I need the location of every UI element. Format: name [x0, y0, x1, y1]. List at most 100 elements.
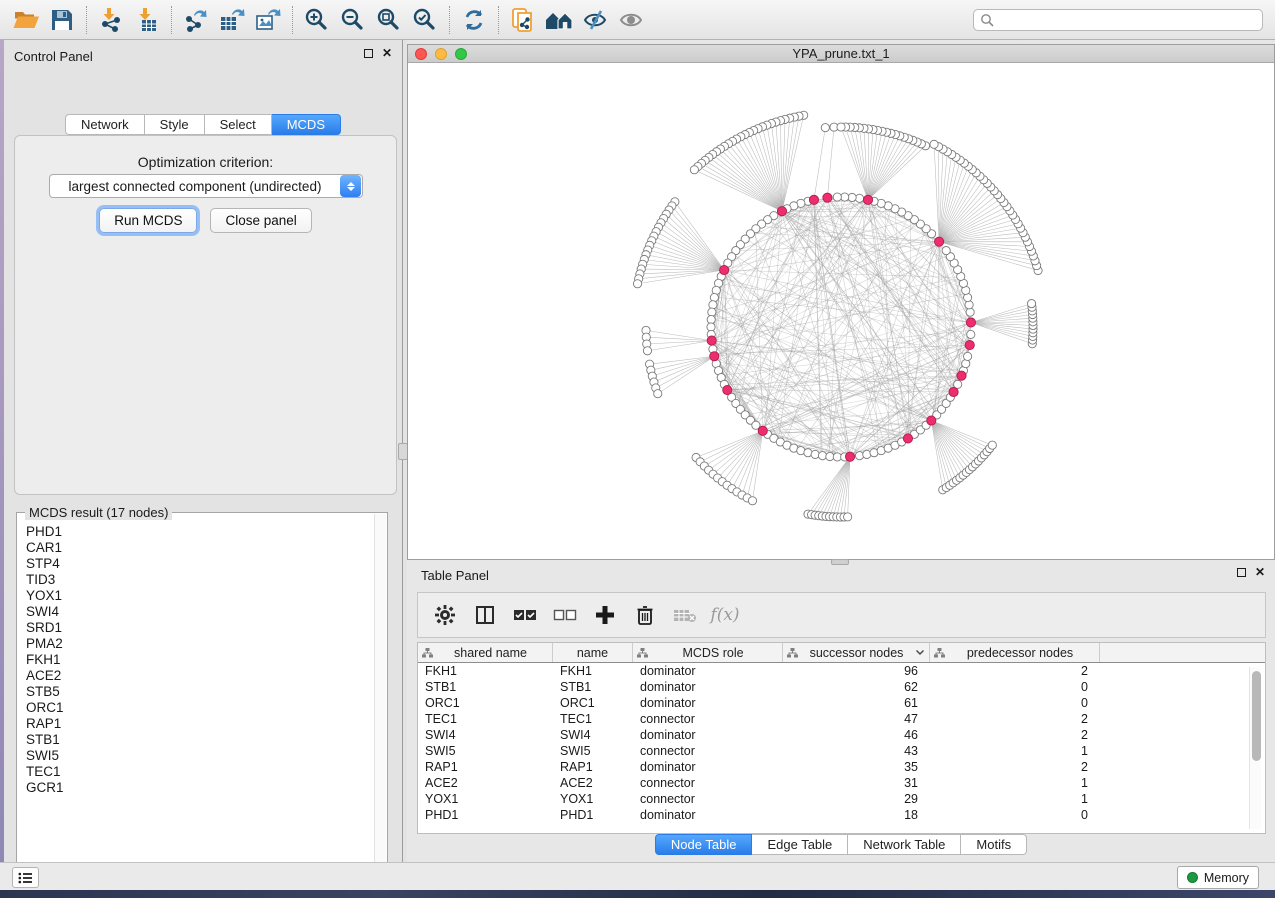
optimization-criterion-select[interactable]: largest connected component (undirected) — [49, 174, 363, 198]
network-window-titlebar[interactable]: YPA_prune.txt_1 — [408, 45, 1274, 63]
deselect-all-button[interactable] — [550, 600, 580, 630]
close-panel-button[interactable]: Close panel — [210, 208, 311, 233]
cell-predecessor-nodes[interactable]: 2 — [930, 664, 1100, 678]
cell-successor-nodes[interactable]: 29 — [783, 792, 930, 806]
table-row[interactable]: YOX1YOX1connector291 — [418, 791, 1265, 807]
mcds-result-item[interactable]: CAR1 — [26, 540, 376, 556]
export-network-button[interactable] — [178, 4, 214, 36]
cell-predecessor-nodes[interactable]: 2 — [930, 760, 1100, 774]
mcds-result-item[interactable]: YOX1 — [26, 588, 376, 604]
cell-name[interactable]: SWI4 — [553, 728, 633, 742]
table-row[interactable]: STB1STB1dominator620 — [418, 679, 1265, 695]
cell-predecessor-nodes[interactable]: 0 — [930, 808, 1100, 822]
add-column-button[interactable] — [590, 600, 620, 630]
table-options-button[interactable] — [430, 600, 460, 630]
column-header-MCDS-role[interactable]: MCDS role — [633, 643, 783, 662]
table-scrollbar[interactable] — [1249, 667, 1261, 829]
export-table-button[interactable] — [214, 4, 250, 36]
tab-motifs[interactable]: Motifs — [961, 834, 1027, 855]
delete-table-button[interactable] — [670, 600, 700, 630]
window-maximize-icon[interactable] — [455, 48, 467, 60]
table-row[interactable]: SWI5SWI5connector431 — [418, 743, 1265, 759]
cell-MCDS-role[interactable]: dominator — [633, 664, 783, 678]
table-row[interactable]: ORC1ORC1dominator610 — [418, 695, 1265, 711]
search-field[interactable] — [973, 9, 1263, 31]
hide-selected-button[interactable] — [577, 4, 613, 36]
run-mcds-button[interactable]: Run MCDS — [99, 208, 197, 233]
table-row[interactable]: FKH1FKH1dominator962 — [418, 663, 1265, 679]
show-all-button[interactable] — [613, 4, 649, 36]
cell-MCDS-role[interactable]: dominator — [633, 696, 783, 710]
table-row[interactable]: ACE2ACE2connector311 — [418, 775, 1265, 791]
cell-successor-nodes[interactable]: 61 — [783, 696, 930, 710]
cell-MCDS-role[interactable]: connector — [633, 776, 783, 790]
select-all-button[interactable] — [510, 600, 540, 630]
cell-predecessor-nodes[interactable]: 1 — [930, 744, 1100, 758]
cell-successor-nodes[interactable]: 62 — [783, 680, 930, 694]
cell-name[interactable]: YOX1 — [553, 792, 633, 806]
column-header-shared-name[interactable]: shared name — [418, 643, 553, 662]
tab-select[interactable]: Select — [205, 114, 272, 135]
cell-predecessor-nodes[interactable]: 1 — [930, 776, 1100, 790]
cell-shared-name[interactable]: YOX1 — [418, 792, 553, 806]
cell-shared-name[interactable]: PHD1 — [418, 808, 553, 822]
mcds-result-item[interactable]: ORC1 — [26, 700, 376, 716]
cell-successor-nodes[interactable]: 46 — [783, 728, 930, 742]
tab-network[interactable]: Network — [65, 114, 145, 135]
cell-predecessor-nodes[interactable]: 2 — [930, 728, 1100, 742]
cell-successor-nodes[interactable]: 18 — [783, 808, 930, 822]
tab-edge-table[interactable]: Edge Table — [752, 834, 848, 855]
cell-successor-nodes[interactable]: 35 — [783, 760, 930, 774]
mcds-result-item[interactable]: PHD1 — [26, 524, 376, 540]
column-header-successor-nodes[interactable]: successor nodes — [783, 643, 930, 662]
table-row[interactable]: PHD1PHD1dominator180 — [418, 807, 1265, 823]
mcds-result-item[interactable]: SWI5 — [26, 748, 376, 764]
clone-network-button[interactable] — [505, 4, 541, 36]
cell-name[interactable]: STB1 — [553, 680, 633, 694]
cell-shared-name[interactable]: STB1 — [418, 680, 553, 694]
zoom-out-button[interactable] — [335, 4, 371, 36]
close-table-panel-icon[interactable]: ✕ — [1255, 567, 1265, 577]
cell-name[interactable]: SWI5 — [553, 744, 633, 758]
import-network-button[interactable] — [93, 4, 129, 36]
import-table-button[interactable] — [129, 4, 165, 36]
mcds-result-item[interactable]: SRD1 — [26, 620, 376, 636]
cell-predecessor-nodes[interactable]: 1 — [930, 792, 1100, 806]
cell-predecessor-nodes[interactable]: 0 — [930, 696, 1100, 710]
table-row[interactable]: RAP1RAP1dominator352 — [418, 759, 1265, 775]
cell-MCDS-role[interactable]: dominator — [633, 728, 783, 742]
cell-name[interactable]: PHD1 — [553, 808, 633, 822]
column-header-predecessor-nodes[interactable]: predecessor nodes — [930, 643, 1100, 662]
task-history-button[interactable] — [12, 867, 39, 888]
cell-MCDS-role[interactable]: dominator — [633, 760, 783, 774]
save-session-button[interactable] — [44, 4, 80, 36]
cell-MCDS-role[interactable]: connector — [633, 792, 783, 806]
mcds-result-item[interactable]: GCR1 — [26, 780, 376, 796]
result-list-scrollbar[interactable] — [374, 514, 386, 877]
cell-shared-name[interactable]: RAP1 — [418, 760, 553, 774]
mcds-result-item[interactable]: STP4 — [26, 556, 376, 572]
mcds-result-item[interactable]: SWI4 — [26, 604, 376, 620]
mcds-result-item[interactable]: ACE2 — [26, 668, 376, 684]
memory-button[interactable]: Memory — [1177, 866, 1259, 889]
node-table[interactable]: shared namenameMCDS rolesuccessor nodesp… — [417, 642, 1266, 834]
zoom-selected-button[interactable] — [407, 4, 443, 36]
mcds-result-item[interactable]: PMA2 — [26, 636, 376, 652]
cell-name[interactable]: ACE2 — [553, 776, 633, 790]
cell-shared-name[interactable]: FKH1 — [418, 664, 553, 678]
cell-shared-name[interactable]: SWI5 — [418, 744, 553, 758]
cell-MCDS-role[interactable]: connector — [633, 712, 783, 726]
export-image-button[interactable] — [250, 4, 286, 36]
cell-shared-name[interactable]: ORC1 — [418, 696, 553, 710]
close-panel-icon[interactable]: ✕ — [382, 48, 392, 58]
mcds-result-list[interactable]: PHD1CAR1STP4TID3YOX1SWI4SRD1PMA2FKH1ACE2… — [18, 522, 376, 874]
search-input[interactable] — [995, 11, 1262, 29]
tab-node-table[interactable]: Node Table — [655, 834, 753, 855]
mcds-result-item[interactable]: TID3 — [26, 572, 376, 588]
cell-predecessor-nodes[interactable]: 2 — [930, 712, 1100, 726]
tab-style[interactable]: Style — [145, 114, 205, 135]
zoom-fit-button[interactable] — [371, 4, 407, 36]
cell-MCDS-role[interactable]: dominator — [633, 808, 783, 822]
mcds-result-item[interactable]: TEC1 — [26, 764, 376, 780]
cell-successor-nodes[interactable]: 96 — [783, 664, 930, 678]
